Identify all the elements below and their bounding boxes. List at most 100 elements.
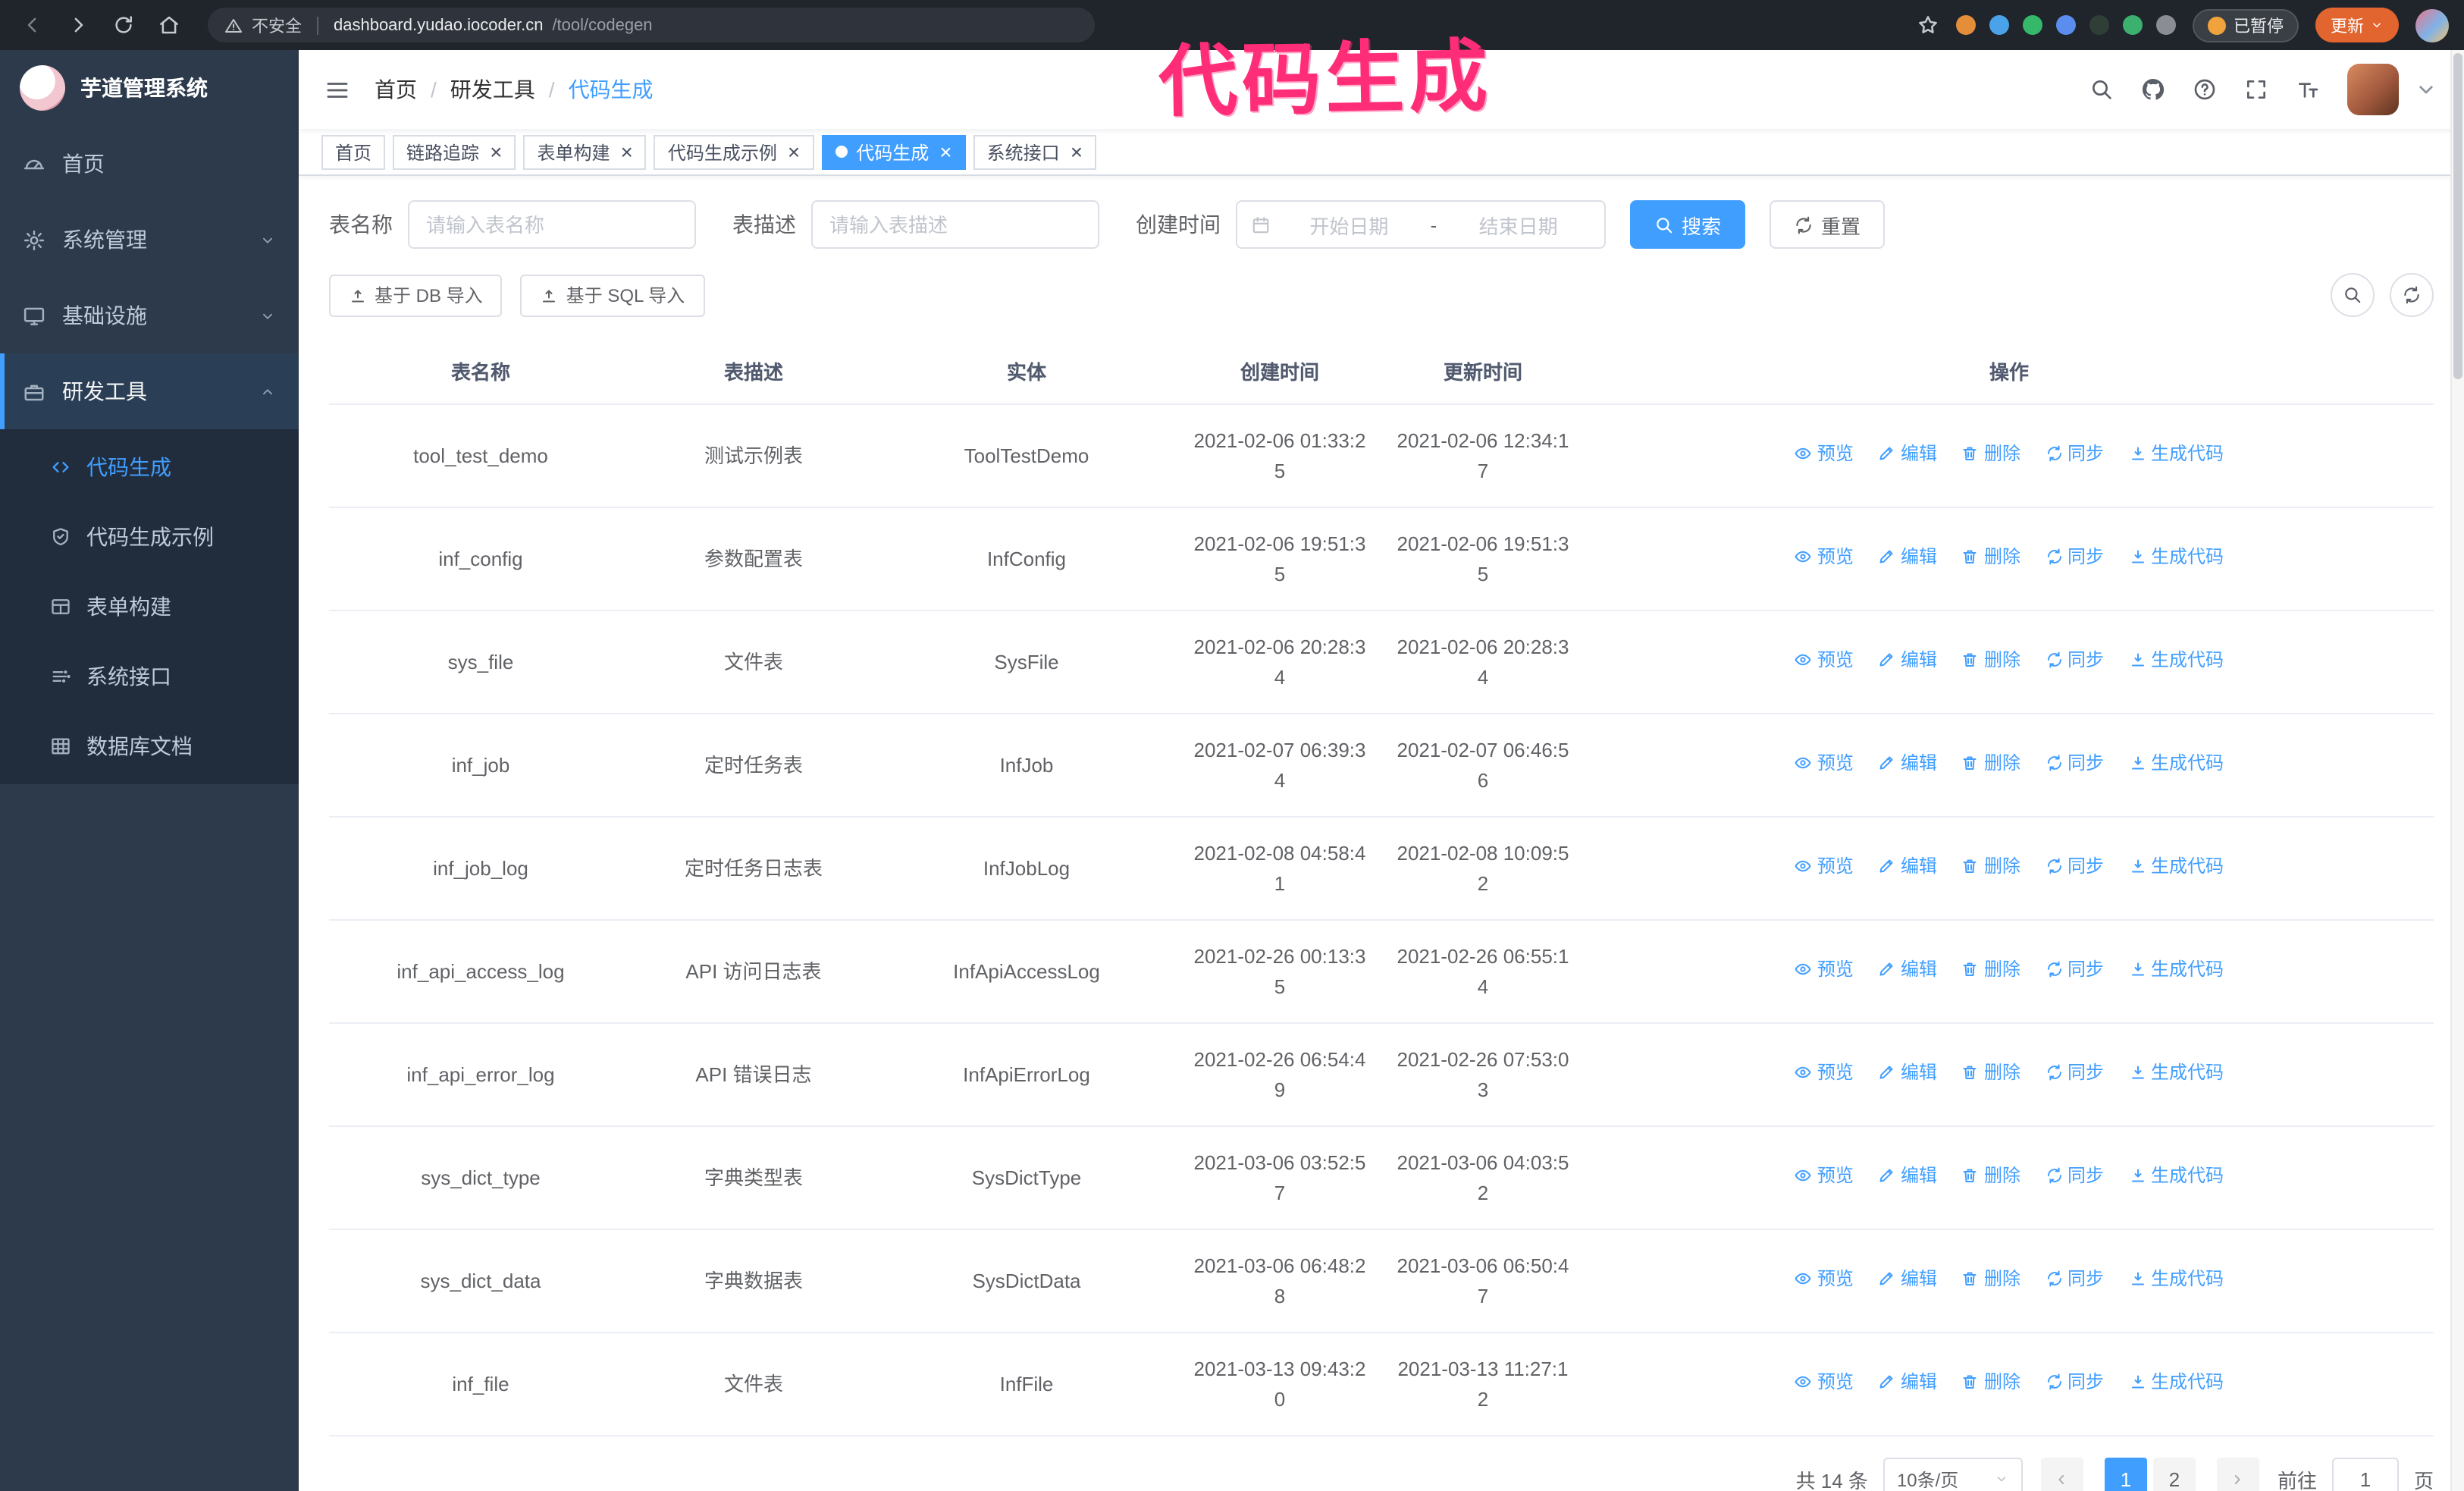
action-preview[interactable]: 预览 — [1795, 647, 1854, 674]
sidebar-item-system[interactable]: 系统管理 — [0, 202, 299, 278]
extension-icon[interactable] — [2089, 15, 2109, 35]
tab-home[interactable]: 首页 — [321, 134, 386, 169]
action-sync[interactable]: 同步 — [2045, 1369, 2104, 1396]
sidebar-item-infra[interactable]: 基础设施 — [0, 278, 299, 353]
action-edit[interactable]: 编辑 — [1878, 441, 1937, 468]
extension-icon[interactable] — [2156, 15, 2176, 35]
action-sync[interactable]: 同步 — [2045, 750, 2104, 777]
action-generate[interactable]: 生成代码 — [2128, 750, 2224, 777]
close-icon[interactable]: × — [1071, 141, 1083, 162]
extension-icon[interactable] — [1956, 15, 1976, 35]
action-generate[interactable]: 生成代码 — [2128, 1059, 2224, 1087]
page-size-select[interactable]: 10条/页 — [1882, 1458, 2023, 1491]
bookmark-star-icon[interactable] — [1917, 14, 1939, 36]
action-edit[interactable]: 编辑 — [1878, 1059, 1937, 1087]
tab-codegen-example[interactable]: 代码生成示例 × — [654, 134, 814, 169]
action-preview[interactable]: 预览 — [1795, 1266, 1854, 1293]
tab-system-api[interactable]: 系统接口 × — [973, 134, 1097, 169]
action-preview[interactable]: 预览 — [1795, 750, 1854, 777]
action-edit[interactable]: 编辑 — [1878, 1266, 1937, 1293]
action-edit[interactable]: 编辑 — [1878, 544, 1937, 571]
browser-profile-avatar[interactable] — [2415, 8, 2449, 42]
refresh-button[interactable] — [2390, 273, 2434, 317]
extension-icon[interactable] — [2123, 15, 2143, 35]
action-delete[interactable]: 删除 — [1961, 441, 2020, 468]
extension-icon[interactable] — [2023, 15, 2042, 35]
sidebar-item-form-builder[interactable]: 表单构建 — [0, 572, 299, 642]
close-icon[interactable]: × — [620, 141, 632, 162]
action-sync[interactable]: 同步 — [2045, 1059, 2104, 1087]
action-sync[interactable]: 同步 — [2045, 956, 2104, 984]
action-sync[interactable]: 同步 — [2045, 1266, 2104, 1293]
home-icon[interactable] — [158, 14, 180, 36]
close-icon[interactable]: × — [788, 141, 800, 162]
fullscreen-icon[interactable] — [2244, 77, 2268, 102]
page-button-1[interactable]: 1 — [2104, 1458, 2147, 1491]
next-page-button[interactable] — [2216, 1458, 2259, 1491]
action-sync[interactable]: 同步 — [2045, 647, 2104, 674]
search-icon[interactable] — [2089, 77, 2114, 102]
prev-page-button[interactable] — [2040, 1458, 2083, 1491]
action-sync[interactable]: 同步 — [2045, 1163, 2104, 1190]
sidebar-item-codegen-example[interactable]: 代码生成示例 — [0, 502, 299, 572]
back-icon[interactable] — [21, 14, 44, 36]
action-generate[interactable]: 生成代码 — [2128, 1163, 2224, 1190]
date-range-picker[interactable]: 开始日期 - 结束日期 — [1236, 200, 1606, 249]
action-delete[interactable]: 删除 — [1961, 1369, 2020, 1396]
action-delete[interactable]: 删除 — [1961, 853, 2020, 880]
action-preview[interactable]: 预览 — [1795, 441, 1854, 468]
action-generate[interactable]: 生成代码 — [2128, 956, 2224, 984]
action-edit[interactable]: 编辑 — [1878, 956, 1937, 984]
action-edit[interactable]: 编辑 — [1878, 1163, 1937, 1190]
search-button[interactable]: 搜索 — [1630, 200, 1746, 249]
action-generate[interactable]: 生成代码 — [2128, 544, 2224, 571]
action-delete[interactable]: 删除 — [1961, 956, 2020, 984]
breadcrumb-item[interactable]: 首页 — [375, 74, 417, 105]
tab-form-build[interactable]: 表单构建 × — [523, 134, 647, 169]
close-icon[interactable]: × — [490, 141, 502, 162]
action-preview[interactable]: 预览 — [1795, 1163, 1854, 1190]
action-edit[interactable]: 编辑 — [1878, 750, 1937, 777]
breadcrumb-item[interactable]: 代码生成 — [569, 74, 654, 105]
action-preview[interactable]: 预览 — [1795, 853, 1854, 880]
action-generate[interactable]: 生成代码 — [2128, 647, 2224, 674]
font-size-icon[interactable] — [2296, 77, 2320, 102]
page-button-2[interactable]: 2 — [2152, 1458, 2196, 1491]
action-generate[interactable]: 生成代码 — [2128, 1369, 2224, 1396]
action-delete[interactable]: 删除 — [1961, 1059, 2020, 1087]
action-preview[interactable]: 预览 — [1795, 1059, 1854, 1087]
sidebar-item-db-doc[interactable]: 数据库文档 — [0, 711, 299, 781]
action-delete[interactable]: 删除 — [1961, 544, 2020, 571]
sidebar-item-system-api[interactable]: 系统接口 — [0, 642, 299, 711]
github-icon[interactable] — [2141, 77, 2165, 102]
sidebar-item-devtools[interactable]: 研发工具 — [0, 353, 299, 429]
tab-tracer[interactable]: 链路追踪 × — [393, 134, 516, 169]
tab-codegen[interactable]: 代码生成 × — [821, 134, 966, 169]
browser-update-button[interactable]: 更新 — [2315, 8, 2399, 42]
close-icon[interactable]: × — [939, 141, 951, 162]
user-avatar[interactable] — [2347, 64, 2399, 115]
action-sync[interactable]: 同步 — [2045, 544, 2104, 571]
goto-page-input[interactable] — [2331, 1458, 2399, 1491]
action-delete[interactable]: 删除 — [1961, 750, 2020, 777]
chevron-down-icon[interactable] — [2414, 77, 2438, 102]
action-edit[interactable]: 编辑 — [1878, 853, 1937, 880]
forward-icon[interactable] — [67, 14, 89, 36]
scrollbar-thumb[interactable] — [2453, 53, 2462, 379]
hamburger-icon[interactable] — [324, 77, 350, 102]
action-preview[interactable]: 预览 — [1795, 544, 1854, 571]
action-delete[interactable]: 删除 — [1961, 1266, 2020, 1293]
toggle-search-button[interactable] — [2331, 273, 2375, 317]
table-desc-input[interactable] — [811, 200, 1099, 249]
import-db-button[interactable]: 基于 DB 导入 — [329, 274, 503, 316]
app-logo[interactable]: 芋道管理系统 — [0, 50, 299, 126]
action-delete[interactable]: 删除 — [1961, 647, 2020, 674]
action-sync[interactable]: 同步 — [2045, 441, 2104, 468]
extension-icon[interactable] — [1989, 15, 2009, 35]
action-generate[interactable]: 生成代码 — [2128, 441, 2224, 468]
breadcrumb-item[interactable]: 研发工具 — [450, 74, 535, 105]
action-sync[interactable]: 同步 — [2045, 853, 2104, 880]
reload-icon[interactable] — [112, 14, 135, 36]
action-preview[interactable]: 预览 — [1795, 1369, 1854, 1396]
sidebar-item-codegen[interactable]: 代码生成 — [0, 432, 299, 502]
